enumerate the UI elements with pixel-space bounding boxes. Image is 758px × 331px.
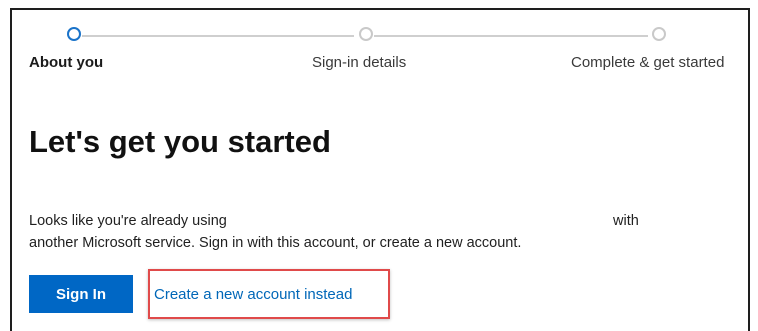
step-1-label: About you	[29, 54, 104, 71]
account-description: Looks like you're already using with ano…	[29, 210, 729, 254]
description-text-start: Looks like you're already using	[29, 213, 227, 229]
step-2-circle-icon	[359, 27, 373, 41]
step-2-label: Sign-in details	[312, 54, 407, 71]
sign-in-button[interactable]: Sign In	[29, 275, 133, 313]
progress-stepper: About you Sign-in details Complete & get…	[12, 10, 748, 90]
signup-dialog: About you Sign-in details Complete & get…	[10, 8, 750, 331]
step-1-circle-icon	[67, 27, 81, 41]
description-text-end: with	[613, 213, 639, 229]
description-line-2: another Microsoft service. Sign in with …	[29, 235, 522, 251]
stepper-line-2	[374, 35, 648, 37]
step-3-label: Complete & get started	[571, 54, 725, 71]
create-new-account-link[interactable]: Create a new account instead	[154, 286, 352, 303]
page-title: Let's get you started	[29, 124, 331, 159]
description-line-1: Looks like you're already using with	[29, 210, 729, 232]
stepper-line-1	[82, 35, 354, 37]
step-3-circle-icon	[652, 27, 666, 41]
